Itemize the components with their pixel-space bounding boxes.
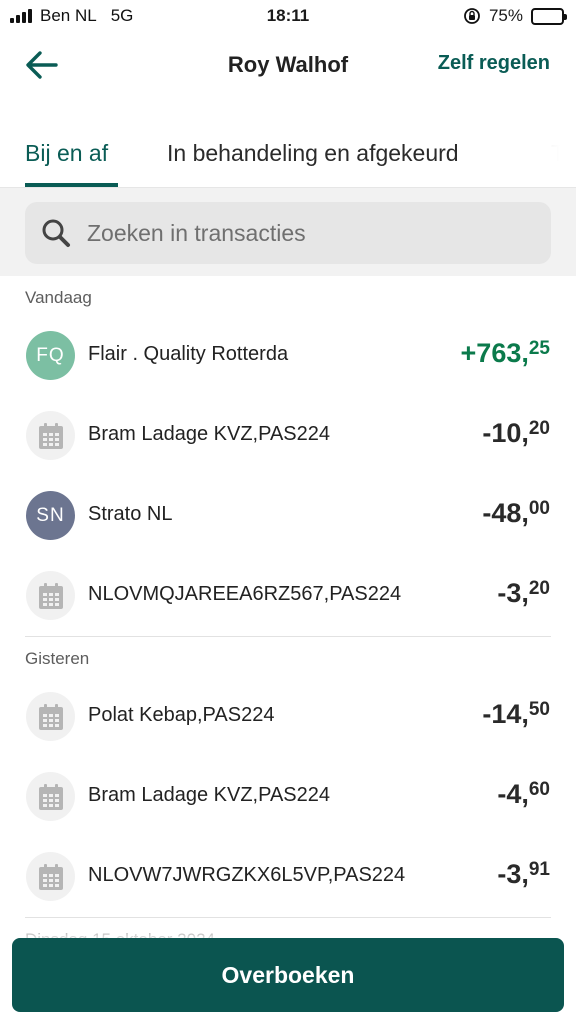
search-section — [0, 188, 576, 276]
tab-fade — [496, 130, 576, 187]
transaction-name: Bram Ladage KVZ,PAS224 — [88, 784, 330, 806]
amount-decimals: 50 — [528, 699, 550, 720]
search-box[interactable] — [25, 202, 551, 264]
transaction-row[interactable]: NLOVMQJAREEA6RZ567,PAS224 -3,20 — [0, 556, 576, 636]
transaction-list: Vandaag FQ Flair . Quality Rotterda +763… — [0, 276, 576, 958]
amount-integer: -48, — [482, 498, 529, 528]
transaction-amount: -3,20 — [497, 578, 550, 609]
calendar-icon — [26, 692, 75, 741]
group-label-gisteren: Gisteren — [25, 649, 90, 668]
search-icon — [42, 219, 70, 247]
transaction-row[interactable]: FQ Flair . Quality Rotterda +763,25 — [0, 316, 576, 396]
transaction-name: NLOVW7JWRGZKX6L5VP,PAS224 — [88, 864, 406, 886]
amount-integer: -14, — [482, 699, 529, 729]
battery-percent: 75% — [488, 6, 523, 25]
transaction-amount: +763,25 — [461, 338, 550, 369]
amount-integer: +763, — [460, 338, 529, 368]
transaction-row[interactable]: Polat Kebap,PAS224 -14,50 — [0, 677, 576, 757]
amount-decimals: 20 — [528, 578, 550, 599]
avatar: FQ — [26, 331, 75, 380]
transaction-amount: -3,91 — [497, 859, 550, 890]
status-bar: Ben NL 5G 18:11 75% — [0, 0, 576, 34]
transaction-amount: -48,00 — [482, 498, 550, 529]
amount-integer: -3, — [497, 859, 529, 889]
amount-integer: -10, — [482, 418, 529, 448]
tab-bar: Bij en af In behandeling en afgekeurd To — [0, 130, 576, 188]
calendar-icon — [26, 772, 75, 821]
calendar-icon — [26, 852, 75, 901]
amount-decimals: 20 — [528, 418, 550, 439]
arrow-left-icon — [26, 51, 58, 79]
amount-integer: -3, — [497, 578, 529, 608]
orientation-lock-icon — [464, 8, 480, 24]
transaction-name: Bram Ladage KVZ,PAS224 — [88, 423, 330, 445]
calendar-icon — [26, 411, 75, 460]
amount-decimals: 91 — [528, 859, 550, 880]
transaction-amount: -4,60 — [497, 779, 550, 810]
transaction-name: Strato NL — [88, 503, 173, 525]
back-button[interactable] — [24, 48, 64, 82]
active-tab-indicator — [25, 183, 118, 187]
transaction-name: NLOVMQJAREEA6RZ567,PAS224 — [88, 583, 402, 605]
transaction-name: Flair . Quality Rotterda — [88, 343, 289, 365]
amount-integer: -4, — [497, 779, 529, 809]
calendar-icon — [26, 571, 75, 620]
transaction-amount: -10,20 — [482, 418, 550, 449]
transaction-row[interactable]: SN Strato NL -48,00 — [0, 476, 576, 556]
amount-decimals: 60 — [528, 779, 550, 800]
transaction-amount: -14,50 — [482, 699, 550, 730]
zelf-regelen-link[interactable]: Zelf regelen — [438, 52, 550, 75]
overboeken-button[interactable]: Overboeken — [12, 938, 564, 1012]
transaction-row[interactable]: Bram Ladage KVZ,PAS224 -4,60 — [0, 757, 576, 837]
transaction-row[interactable]: Bram Ladage KVZ,PAS224 -10,20 — [0, 396, 576, 476]
transaction-name: Polat Kebap,PAS224 — [88, 704, 275, 726]
search-input[interactable] — [87, 202, 527, 264]
app-header: Roy Walhof Zelf regelen — [0, 34, 576, 100]
transaction-row[interactable]: NLOVW7JWRGZKX6L5VP,PAS224 -3,91 — [0, 837, 576, 917]
avatar: SN — [26, 491, 75, 540]
tab-in-behandeling[interactable]: In behandeling en afgekeurd — [167, 140, 459, 167]
battery-icon — [531, 7, 567, 25]
status-right: 75% — [463, 6, 567, 26]
tab-bij-en-af[interactable]: Bij en af — [25, 140, 108, 167]
amount-decimals: 00 — [528, 498, 550, 519]
group-label-vandaag: Vandaag — [25, 288, 92, 307]
amount-decimals: 25 — [528, 338, 550, 359]
